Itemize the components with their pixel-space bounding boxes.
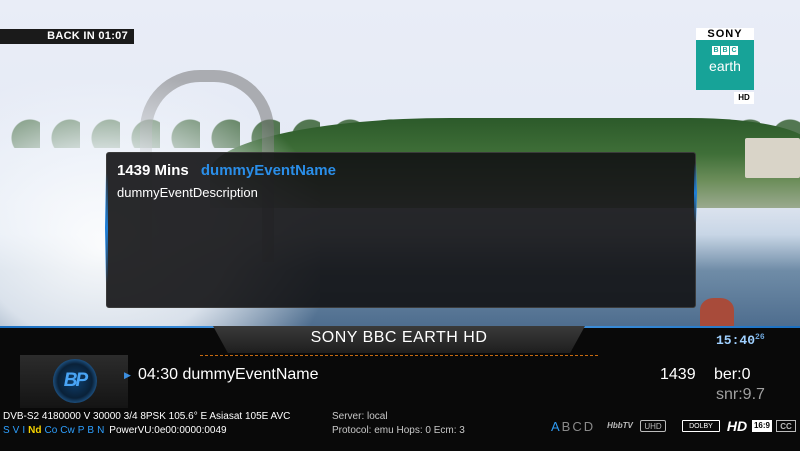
logo-bbc-earth: B B C earth — [696, 40, 754, 90]
logo-sub: earth — [709, 58, 741, 74]
aspect-ratio-icon: 16:9 — [752, 420, 772, 432]
timeshift-badge: BACK IN 01:07 — [0, 29, 134, 44]
swimmer — [700, 298, 734, 328]
dolby-icon: DOLBY — [682, 420, 720, 432]
event-name: dummyEventName — [200, 162, 336, 179]
flag: N — [97, 425, 105, 436]
flag: I — [22, 425, 26, 436]
subtitles-icon: CC — [776, 420, 796, 432]
event-info-panel: 1439 Mins dummyEventName dummyEventDescr… — [105, 152, 697, 308]
bbc-letter: B — [712, 46, 720, 55]
channel-logo: SONY B B C earth HD — [696, 28, 754, 106]
powervu-info: PowerVU:0e00:0000:0049 — [109, 425, 227, 436]
bbc-blocks: B B C — [696, 46, 754, 55]
clock-seconds: 26 — [755, 333, 765, 342]
current-event: 04:30 dummyEventName — [138, 366, 319, 383]
event-info-header: 1439 Mins dummyEventName — [117, 162, 336, 179]
system-letter: C — [572, 419, 584, 434]
tuner-info: DVB-S2 4180000 V 30000 3/4 8PSK 105.6° E… — [3, 411, 291, 422]
channel-picon: BP — [20, 355, 128, 408]
flag: S — [3, 425, 10, 436]
system-letters: ABCD — [551, 419, 595, 434]
bbc-letter: B — [721, 46, 729, 55]
flag: V — [12, 425, 20, 436]
flag: B — [87, 425, 95, 436]
uhd-icon: UHD — [640, 420, 666, 432]
channel-name: SONY BBC EARTH HD — [310, 329, 488, 346]
signal-snr: snr:9.7 — [716, 386, 765, 403]
clock-time: 15:40 — [716, 333, 756, 348]
logo-brand: SONY — [696, 28, 754, 40]
hbbtv-icon: HbbTV — [607, 421, 633, 430]
system-letter: A — [551, 419, 562, 434]
system-letter: D — [583, 419, 596, 434]
event-description: dummyEventDescription — [117, 185, 258, 200]
bbc-letter: C — [730, 46, 738, 55]
event-minutes: 1439 — [660, 366, 696, 383]
flag: Nd — [28, 425, 42, 436]
signal-ber: ber:0 — [714, 366, 751, 383]
house — [745, 138, 800, 178]
hd-icon: HD — [726, 418, 748, 434]
event-duration: 1439 Mins — [117, 162, 189, 179]
divider — [200, 355, 600, 356]
picon-text: BP — [63, 370, 88, 391]
system-letter: B — [561, 419, 573, 434]
play-arrow-icon: ▶ — [124, 370, 131, 380]
clock: 15:4026 — [716, 333, 765, 348]
protocol-info: Protocol: emu Hops: 0 Ecm: 3 — [332, 425, 465, 436]
flag: Cw — [60, 425, 75, 436]
logo-hd-badge: HD — [734, 92, 754, 104]
flag: Co — [44, 425, 58, 436]
flag: P — [77, 425, 85, 436]
server-info: Server: local — [332, 411, 388, 422]
status-flags: S V I Nd Co Cw P B N PowerVU:0e00:0000:0049 — [3, 425, 230, 436]
